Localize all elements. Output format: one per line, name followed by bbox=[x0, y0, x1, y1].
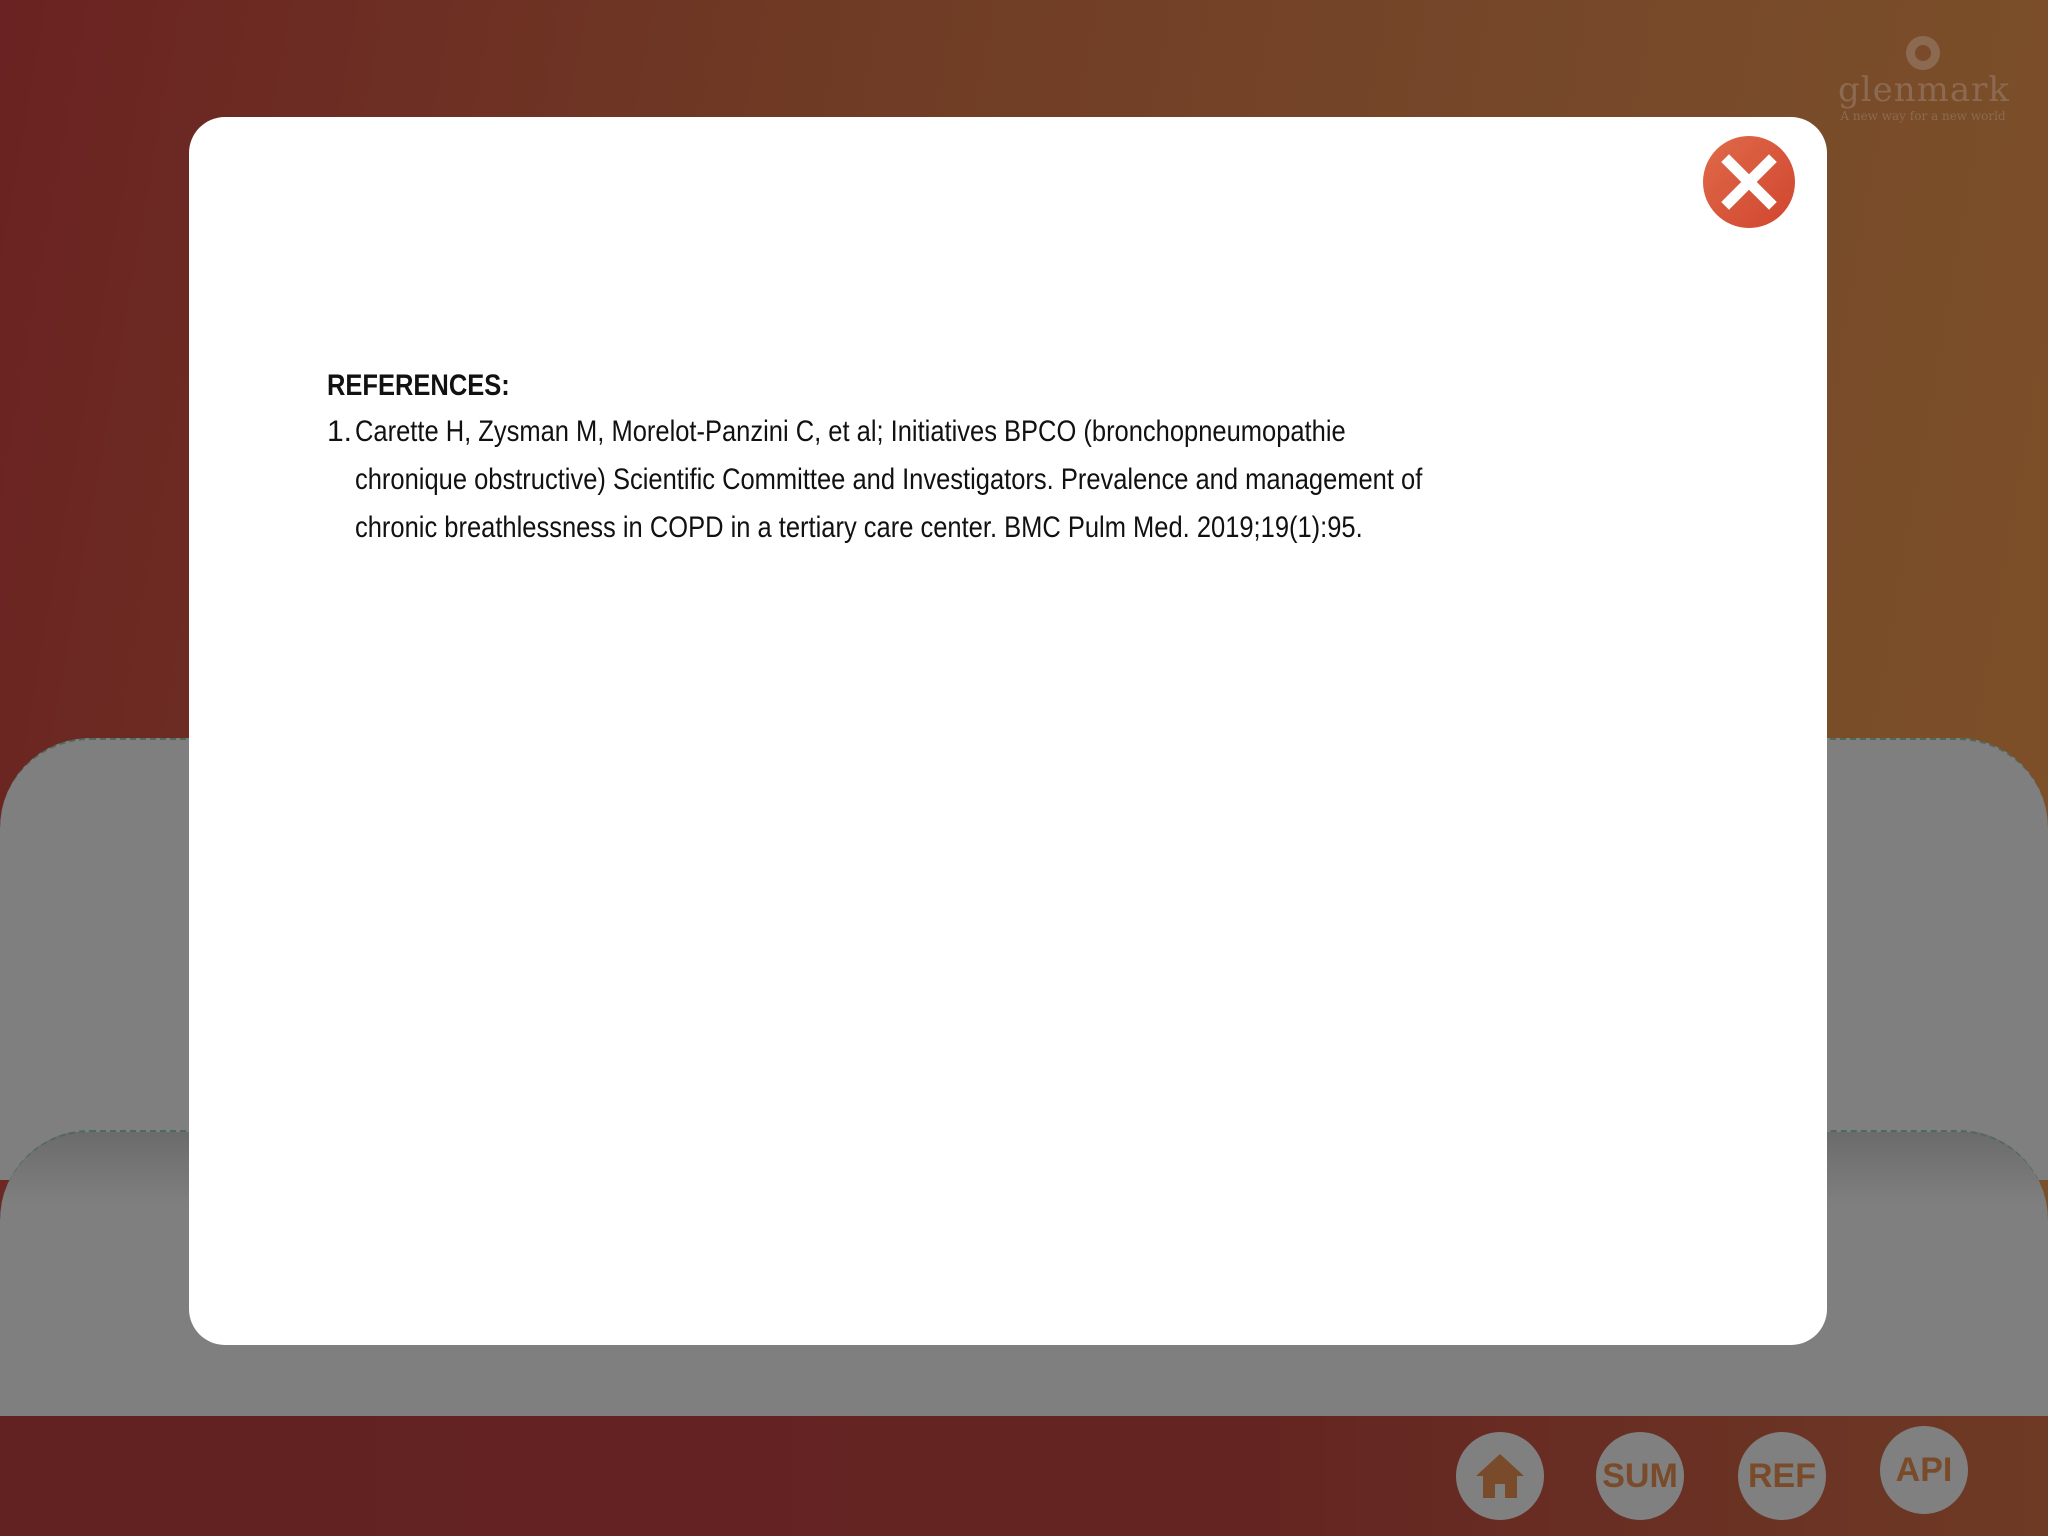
summary-button[interactable]: SUM bbox=[1596, 1432, 1684, 1520]
brand-name: glenmark bbox=[1838, 70, 2011, 110]
close-button[interactable] bbox=[1703, 136, 1795, 228]
references-modal bbox=[189, 117, 1827, 1345]
references-list: 1. Carette H, Zysman M, Morelot-Panzini … bbox=[327, 408, 1647, 552]
home-icon bbox=[1476, 1454, 1524, 1498]
references-button[interactable]: REF bbox=[1738, 1432, 1826, 1520]
api-button[interactable]: API bbox=[1880, 1426, 1968, 1514]
reference-number: 1. bbox=[327, 415, 353, 448]
logo-mark-icon bbox=[1906, 36, 1940, 70]
brand-tagline: A new way for a new world bbox=[1840, 109, 2006, 123]
home-button[interactable] bbox=[1456, 1432, 1544, 1520]
references-content: REFERENCES: 1. Carette H, Zysman M, More… bbox=[327, 364, 1647, 552]
brand-logo: glenmark A new way for a new world bbox=[1838, 36, 2011, 123]
reference-text: Carette H, Zysman M, Morelot-Panzini C, … bbox=[355, 415, 1423, 544]
references-heading: REFERENCES: bbox=[327, 369, 510, 402]
close-icon bbox=[1721, 154, 1777, 210]
reference-item: 1. Carette H, Zysman M, Morelot-Panzini … bbox=[327, 408, 1647, 552]
